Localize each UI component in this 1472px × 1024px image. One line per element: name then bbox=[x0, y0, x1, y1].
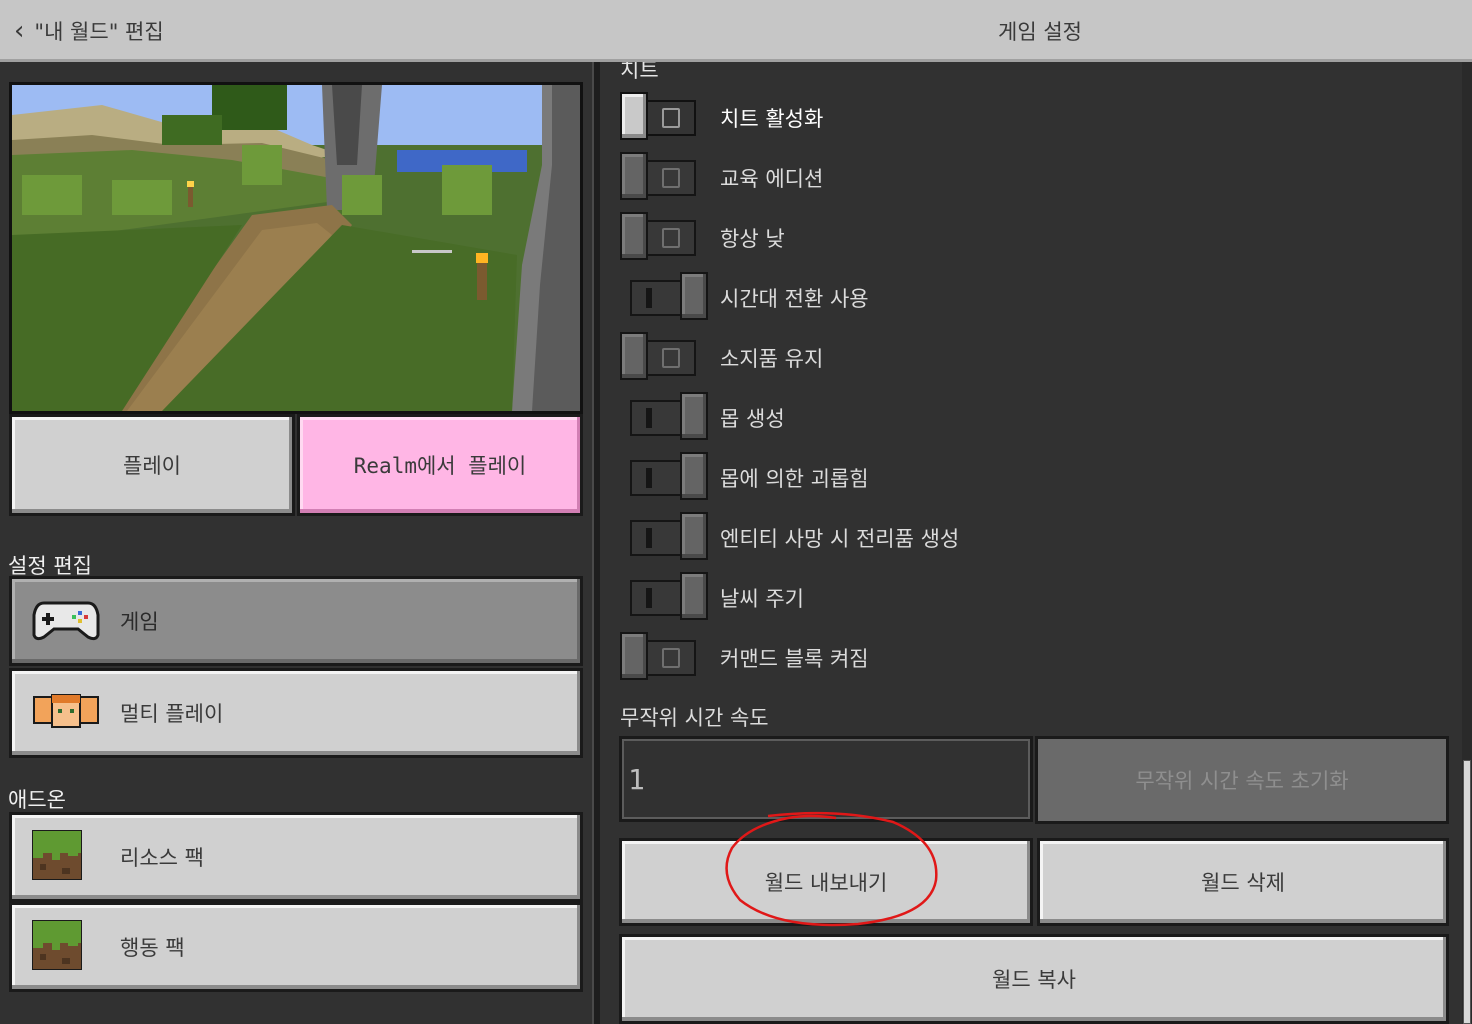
toggle-row-weather-cycle[interactable]: 날씨 주기 bbox=[618, 572, 1438, 624]
toggle-row-always-day[interactable]: 항상 낮 bbox=[618, 212, 1438, 264]
toggle-row-mob-spawning[interactable]: 몹 생성 bbox=[618, 392, 1438, 444]
addon-item-behavior-packs[interactable]: 행동 팩 bbox=[9, 902, 583, 992]
toggle-knob[interactable] bbox=[680, 512, 708, 560]
toggle-switch[interactable] bbox=[618, 272, 708, 324]
play-button[interactable]: 플레이 bbox=[9, 414, 295, 516]
addon-item-label: 리소스 팩 bbox=[120, 846, 204, 870]
toggle-switch[interactable] bbox=[618, 512, 708, 564]
delete-world-button[interactable]: 월드 삭제 bbox=[1037, 838, 1449, 926]
toggle-on-indicator-icon bbox=[646, 528, 652, 548]
toggle-on-indicator-icon bbox=[646, 288, 652, 308]
toggle-off-indicator-icon bbox=[662, 228, 680, 248]
settings-item-label: 멀티 플레이 bbox=[120, 702, 224, 726]
toggle-knob[interactable] bbox=[620, 152, 648, 200]
toggle-off-indicator-icon bbox=[662, 348, 680, 368]
toggle-label: 커맨드 블록 켜짐 bbox=[720, 647, 869, 671]
toggle-knob[interactable] bbox=[680, 572, 708, 620]
toggle-switch[interactable] bbox=[618, 152, 708, 204]
grass-block-icon bbox=[31, 918, 83, 975]
toggle-switch[interactable] bbox=[618, 572, 708, 624]
toggle-label: 항상 낮 bbox=[720, 227, 785, 251]
players-icon bbox=[32, 691, 100, 736]
random-tick-label: 무작위 시간 속도 bbox=[620, 706, 769, 730]
toggle-row-command-blocks[interactable]: 커맨드 블록 켜짐 bbox=[618, 632, 1438, 684]
addon-item-label: 행동 팩 bbox=[120, 936, 185, 960]
top-bar: ‹ "내 월드" 편집 게임 설정 bbox=[0, 0, 1472, 62]
toggle-row-cheats[interactable]: 치트 활성화 bbox=[618, 92, 1438, 144]
controller-icon bbox=[32, 595, 100, 648]
toggle-knob[interactable] bbox=[620, 332, 648, 380]
world-preview-image bbox=[9, 82, 583, 414]
addon-item-resource-packs[interactable]: 리소스 팩 bbox=[9, 812, 583, 902]
toggle-label: 몹에 의한 괴롭힘 bbox=[720, 467, 869, 491]
toggle-switch[interactable] bbox=[618, 92, 708, 144]
random-tick-input[interactable] bbox=[619, 736, 1033, 822]
toggle-switch[interactable] bbox=[618, 332, 708, 384]
toggle-row-entity-drops[interactable]: 엔티티 사망 시 전리품 생성 bbox=[618, 512, 1438, 564]
page-title: 게임 설정 bbox=[998, 20, 1082, 44]
toggle-knob[interactable] bbox=[620, 212, 648, 260]
toggle-off-indicator-icon bbox=[662, 648, 680, 668]
toggle-off-indicator-icon bbox=[662, 168, 680, 188]
left-panel: 플레이 Realm에서 플레이 설정 편집 게임 멀티 플레이 애드온 리소스 … bbox=[0, 62, 592, 1024]
toggle-row-mob-griefing[interactable]: 몹에 의한 괴롭힘 bbox=[618, 452, 1438, 504]
cheats-section-label: 치트 bbox=[620, 62, 659, 82]
scrollbar[interactable] bbox=[1462, 62, 1472, 1024]
addons-section-label: 애드온 bbox=[8, 788, 66, 812]
toggle-row-keep-inventory[interactable]: 소지품 유지 bbox=[618, 332, 1438, 384]
game-settings-panel: 치트 치트 활성화교육 에디션항상 낮시간대 전환 사용소지품 유지몹 생성몹에… bbox=[600, 62, 1462, 1024]
toggle-switch[interactable] bbox=[618, 212, 708, 264]
toggle-label: 시간대 전환 사용 bbox=[720, 287, 869, 311]
toggle-label: 몹 생성 bbox=[720, 407, 785, 431]
settings-item-label: 게임 bbox=[120, 610, 159, 634]
toggle-label: 치트 활성화 bbox=[720, 107, 824, 131]
toggle-on-indicator-icon bbox=[646, 588, 652, 608]
toggle-label: 엔티티 사망 시 전리품 생성 bbox=[720, 527, 960, 551]
toggle-row-daylight-cycle[interactable]: 시간대 전환 사용 bbox=[618, 272, 1438, 324]
toggle-on-indicator-icon bbox=[646, 468, 652, 488]
toggle-knob[interactable] bbox=[680, 392, 708, 440]
toggle-switch[interactable] bbox=[618, 632, 708, 684]
toggle-knob[interactable] bbox=[680, 452, 708, 500]
scrollbar-thumb[interactable] bbox=[1463, 760, 1471, 1024]
realm-play-button[interactable]: Realm에서 플레이 bbox=[297, 414, 583, 516]
toggle-label: 교육 에디션 bbox=[720, 167, 824, 191]
toggle-knob[interactable] bbox=[620, 632, 648, 680]
toggle-switch[interactable] bbox=[618, 452, 708, 504]
toggle-label: 소지품 유지 bbox=[720, 347, 824, 371]
copy-world-button[interactable]: 월드 복사 bbox=[619, 934, 1449, 1024]
panel-divider bbox=[592, 62, 600, 1024]
toggle-knob[interactable] bbox=[680, 272, 708, 320]
toggle-off-indicator-icon bbox=[662, 108, 680, 128]
toggle-knob[interactable] bbox=[620, 92, 648, 140]
grass-block-icon bbox=[31, 828, 83, 885]
toggle-switch[interactable] bbox=[618, 392, 708, 444]
settings-item-multiplayer[interactable]: 멀티 플레이 bbox=[9, 668, 583, 758]
reset-random-tick-button[interactable]: 무작위 시간 속도 초기화 bbox=[1035, 736, 1449, 824]
settings-item-game[interactable]: 게임 bbox=[9, 576, 583, 666]
toggle-label: 날씨 주기 bbox=[720, 587, 804, 611]
toggle-on-indicator-icon bbox=[646, 408, 652, 428]
toggle-row-education-edition[interactable]: 교육 에디션 bbox=[618, 152, 1438, 204]
export-world-button[interactable]: 월드 내보내기 bbox=[619, 838, 1033, 926]
